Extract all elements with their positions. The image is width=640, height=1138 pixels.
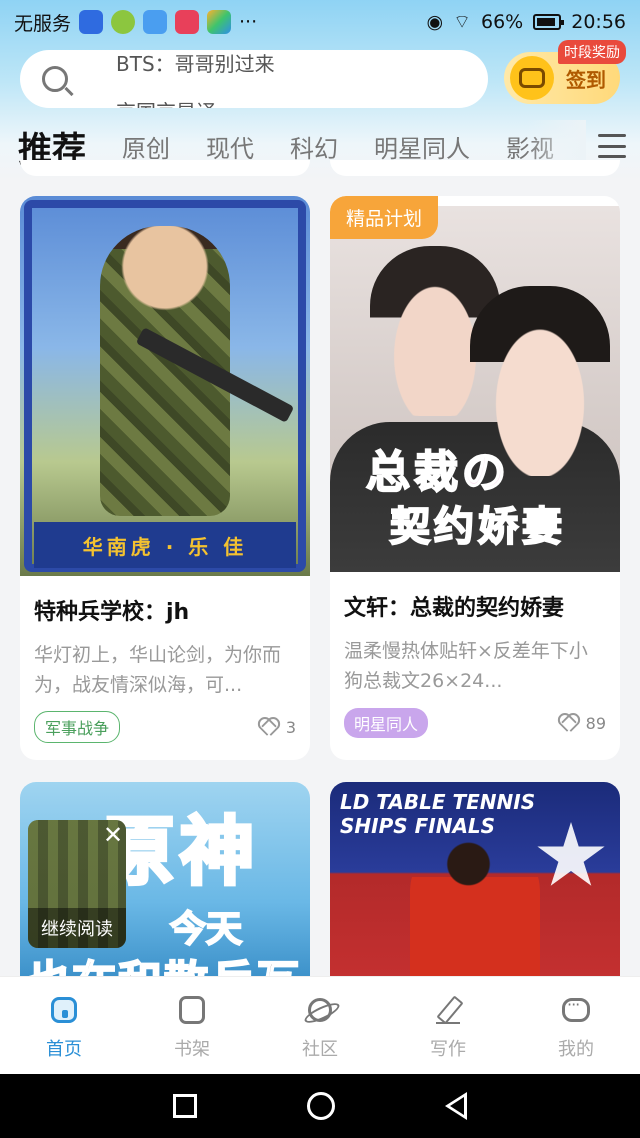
- nav-label: 我的: [558, 1039, 594, 1060]
- menu-icon[interactable]: [598, 134, 626, 158]
- tab-modern[interactable]: 现代: [206, 129, 254, 164]
- cover-title-mid: 今天: [169, 908, 243, 951]
- signin-reward-badge: 时段奖励: [558, 40, 626, 64]
- nav-bookshelf[interactable]: 书架: [128, 977, 256, 1074]
- clock: 20:56: [571, 11, 626, 33]
- eye-icon: ◉: [426, 11, 444, 33]
- cover-caption: 华南虎 · 乐 佳: [34, 522, 296, 568]
- book-card[interactable]: 华南虎 · 乐 佳 特种兵学校：jh 华灯初上，华山论剑，为你而为，战友情深似海…: [20, 196, 310, 760]
- book-title: 文轩：总裁的契约娇妻: [344, 596, 565, 621]
- book-cover: LD TABLE TENNIS SHIPS FINALS: [330, 782, 620, 976]
- colorful-app-icon: [207, 10, 232, 34]
- nav-label: 社区: [302, 1039, 338, 1060]
- chat-icon: [562, 995, 590, 1022]
- search-hint-ticker: BTS：哥哥别过来 京国京是译: [116, 50, 476, 108]
- home-button-icon[interactable]: [307, 1092, 335, 1120]
- card-edge-above: [20, 160, 310, 176]
- likes-count: 89: [585, 713, 606, 733]
- nav-profile[interactable]: 我的: [512, 977, 640, 1074]
- baidu-app-icon: [79, 10, 104, 34]
- book-cover: 华南虎 · 乐 佳: [20, 196, 310, 576]
- book-card[interactable]: LD TABLE TENNIS SHIPS FINALS: [330, 782, 620, 976]
- planet-icon: [308, 998, 332, 1022]
- tab-scifi[interactable]: 科幻: [290, 129, 338, 164]
- card-edge-above: [330, 160, 620, 176]
- likes-counter[interactable]: 89: [562, 714, 606, 733]
- heart-icon: [562, 715, 580, 731]
- likes-count: 3: [285, 717, 296, 737]
- search-icon: [42, 66, 68, 92]
- bottom-navigation: 首页 书架 社区 写作 我的: [0, 976, 640, 1074]
- signin-chat-icon: [510, 56, 554, 100]
- nav-write[interactable]: 写作: [384, 977, 512, 1074]
- cover-title-line1: 总裁の: [365, 446, 510, 499]
- premium-badge: 精品计划: [330, 196, 439, 239]
- cover-title-line2: 契约娇妻: [389, 503, 566, 551]
- cover-players: [410, 832, 540, 976]
- book-description: 温柔慢热体贴轩×反差年下小狗总裁文26×24...: [344, 640, 588, 692]
- system-navigation-bar: [0, 1074, 640, 1138]
- continue-reading-label: 继续阅读: [28, 908, 126, 948]
- wifi-icon: ⌔: [453, 11, 471, 33]
- battery-icon: [533, 14, 565, 30]
- back-icon[interactable]: [445, 1092, 467, 1120]
- search-hint-current: BTS：哥哥别过来: [116, 52, 275, 76]
- book-cover: 总裁の 契约娇妻: [330, 206, 620, 572]
- nav-community[interactable]: 社区: [256, 977, 384, 1074]
- book-title: 特种兵学校：jh: [34, 600, 190, 625]
- pen-icon: [434, 996, 462, 1024]
- close-icon[interactable]: ✕: [100, 822, 126, 848]
- tab-original[interactable]: 原创: [122, 129, 170, 164]
- battery-percent: 66%: [481, 11, 524, 33]
- signin-label: 签到: [566, 67, 606, 92]
- more-notifications-icon: ···: [239, 11, 258, 33]
- nav-label: 书架: [174, 1039, 210, 1060]
- music-app-icon: [143, 10, 168, 34]
- nav-label: 写作: [430, 1039, 466, 1060]
- genre-tag[interactable]: 军事战争: [34, 711, 121, 743]
- heart-icon: [262, 719, 280, 735]
- bookshelf-icon: [179, 996, 205, 1024]
- chat-app-icon: [111, 10, 136, 34]
- home-icon: [51, 997, 77, 1023]
- book-description: 华灯初上，华山论剑，为你而为，战友情深似海，可...: [34, 644, 282, 696]
- likes-counter[interactable]: 3: [262, 718, 296, 737]
- tab-celebrity-fanfic[interactable]: 明星同人: [374, 129, 470, 164]
- book-card[interactable]: 总裁の 契约娇妻 精品计划 文轩：总裁的契约娇妻 温柔慢热体贴轩×反差年下小狗总…: [330, 196, 620, 760]
- huawei-app-icon: [175, 10, 200, 34]
- recent-apps-icon[interactable]: [173, 1094, 197, 1118]
- cover-title-bottom: 也在和散兵互怼: [25, 946, 310, 976]
- search-hint-next: 京国京是译: [116, 96, 216, 108]
- nav-label: 首页: [46, 1039, 82, 1060]
- status-bar: 无服务 ··· ◉ ⌔ 66% 20:56: [0, 0, 640, 44]
- nav-home[interactable]: 首页: [0, 977, 128, 1074]
- search-bar[interactable]: BTS：哥哥别过来 京国京是译: [20, 50, 488, 108]
- carrier-text: 无服务: [14, 12, 72, 35]
- genre-tag[interactable]: 明星同人: [344, 708, 429, 738]
